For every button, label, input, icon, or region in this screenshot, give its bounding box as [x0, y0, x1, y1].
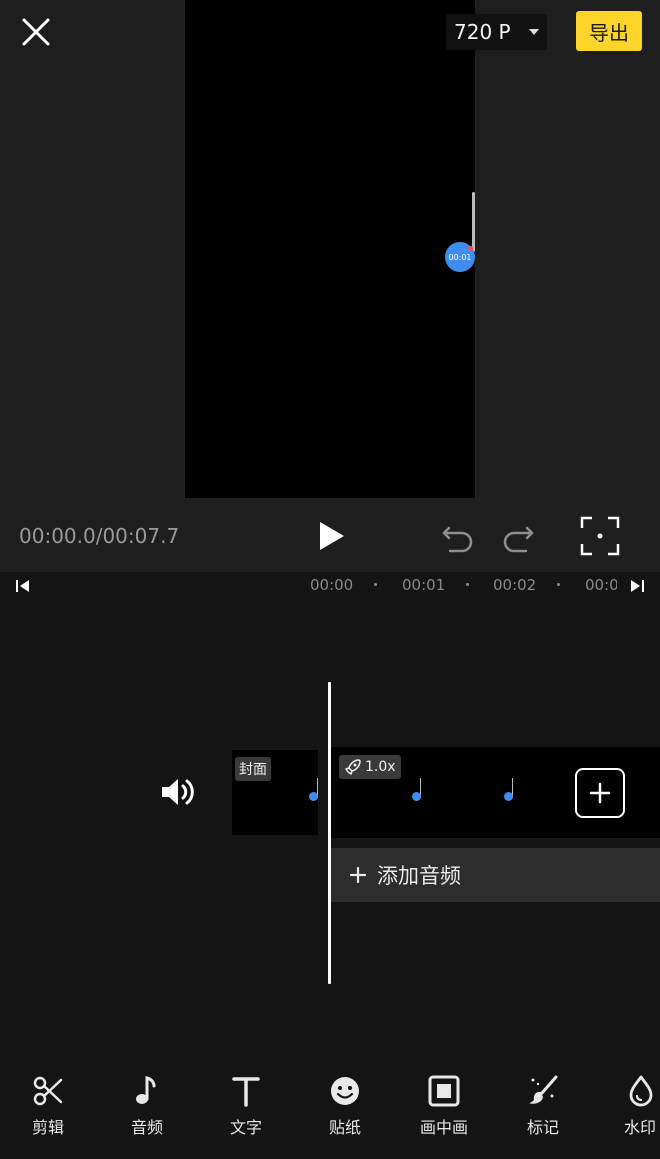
- tool-label: 画中画: [419, 1118, 468, 1137]
- playback-time: 00:00.0/00:07.7: [19, 524, 180, 548]
- play-button[interactable]: [316, 518, 348, 554]
- tool-watermark[interactable]: 水印: [602, 1074, 660, 1138]
- ruler-tick-label: 00:0: [585, 576, 617, 594]
- text-icon: [232, 1077, 260, 1107]
- playhead[interactable]: [328, 682, 331, 984]
- caret-down-icon: [528, 29, 539, 35]
- ruler-tick-label: 00:00: [310, 576, 354, 594]
- ruler-dot: [466, 583, 469, 586]
- speed-badge[interactable]: 1.0x: [339, 755, 401, 779]
- resolution-label: 720 P: [454, 20, 511, 44]
- keyframe-marker[interactable]: [309, 792, 318, 801]
- tool-text[interactable]: 文字: [206, 1074, 286, 1138]
- original-sound-toggle[interactable]: [158, 772, 198, 812]
- scissors-icon: [33, 1076, 63, 1106]
- redo-icon: [503, 526, 534, 553]
- rocket-icon: [345, 759, 361, 775]
- timeline-ruler[interactable]: 00:00 00:01 00:02 00:0: [0, 572, 660, 600]
- droplet-icon: [629, 1075, 653, 1107]
- plus-icon: [349, 866, 367, 884]
- fullscreen-icon: [580, 516, 620, 556]
- ruler-tick-label: 00:02: [493, 576, 537, 594]
- picture-in-picture-icon: [428, 1075, 460, 1107]
- tool-label: 文字: [229, 1118, 262, 1137]
- play-icon: [320, 522, 344, 550]
- tool-picture-in-picture[interactable]: 画中画: [404, 1074, 484, 1138]
- music-note-icon: [136, 1076, 156, 1104]
- tool-label: 水印: [624, 1118, 657, 1137]
- speed-label: 1.0x: [365, 759, 396, 775]
- skip-start-icon: [16, 580, 29, 592]
- jump-to-start-button[interactable]: [14, 578, 32, 594]
- add-audio-label: 添加音频: [377, 864, 461, 888]
- tool-audio[interactable]: 音频: [107, 1074, 187, 1138]
- redo-button[interactable]: [500, 518, 536, 554]
- preview-time-marker[interactable]: 00:01: [445, 242, 475, 272]
- video-canvas[interactable]: [185, 0, 475, 498]
- preview-time-marker-label: 00:01: [448, 252, 472, 262]
- ruler-dot: [374, 583, 377, 586]
- keyframe-marker[interactable]: [412, 792, 421, 801]
- bottom-toolbar: 剪辑 音频 文字 贴纸 画中画 标记 水印: [0, 1062, 660, 1159]
- undo-button[interactable]: [440, 518, 476, 554]
- add-audio-button[interactable]: 添加音频: [331, 848, 660, 902]
- close-button[interactable]: [18, 14, 54, 50]
- ruler-dot: [557, 583, 560, 586]
- resolution-selector[interactable]: 720 P: [446, 14, 547, 50]
- undo-icon: [442, 526, 473, 553]
- export-button[interactable]: 导出: [576, 11, 642, 51]
- preview-scrub-line[interactable]: [472, 192, 475, 252]
- skip-end-icon: [631, 580, 644, 592]
- tool-sticker[interactable]: 贴纸: [305, 1074, 385, 1138]
- speaker-icon: [162, 779, 194, 805]
- tool-label: 标记: [526, 1118, 559, 1137]
- preview-area: 00:01 720 P 导出 00:00.0/00:07.7: [0, 0, 660, 572]
- cover-label[interactable]: 封面: [235, 757, 271, 781]
- close-icon: [22, 18, 50, 46]
- marker-dot: [468, 246, 473, 251]
- tool-edit[interactable]: 剪辑: [8, 1074, 88, 1138]
- plus-icon: [589, 782, 611, 804]
- tool-label: 音频: [130, 1118, 163, 1137]
- brush-icon: [529, 1075, 558, 1104]
- jump-to-end-button[interactable]: [628, 578, 646, 594]
- keyframe-marker[interactable]: [504, 792, 513, 801]
- tool-mark[interactable]: 标记: [503, 1074, 583, 1138]
- tool-label: 贴纸: [328, 1118, 361, 1137]
- add-clip-button[interactable]: [575, 768, 625, 818]
- smiley-icon: [331, 1077, 359, 1105]
- ruler-tick-label: 00:01: [402, 576, 446, 594]
- tool-label: 剪辑: [31, 1118, 64, 1137]
- fullscreen-button[interactable]: [580, 516, 620, 556]
